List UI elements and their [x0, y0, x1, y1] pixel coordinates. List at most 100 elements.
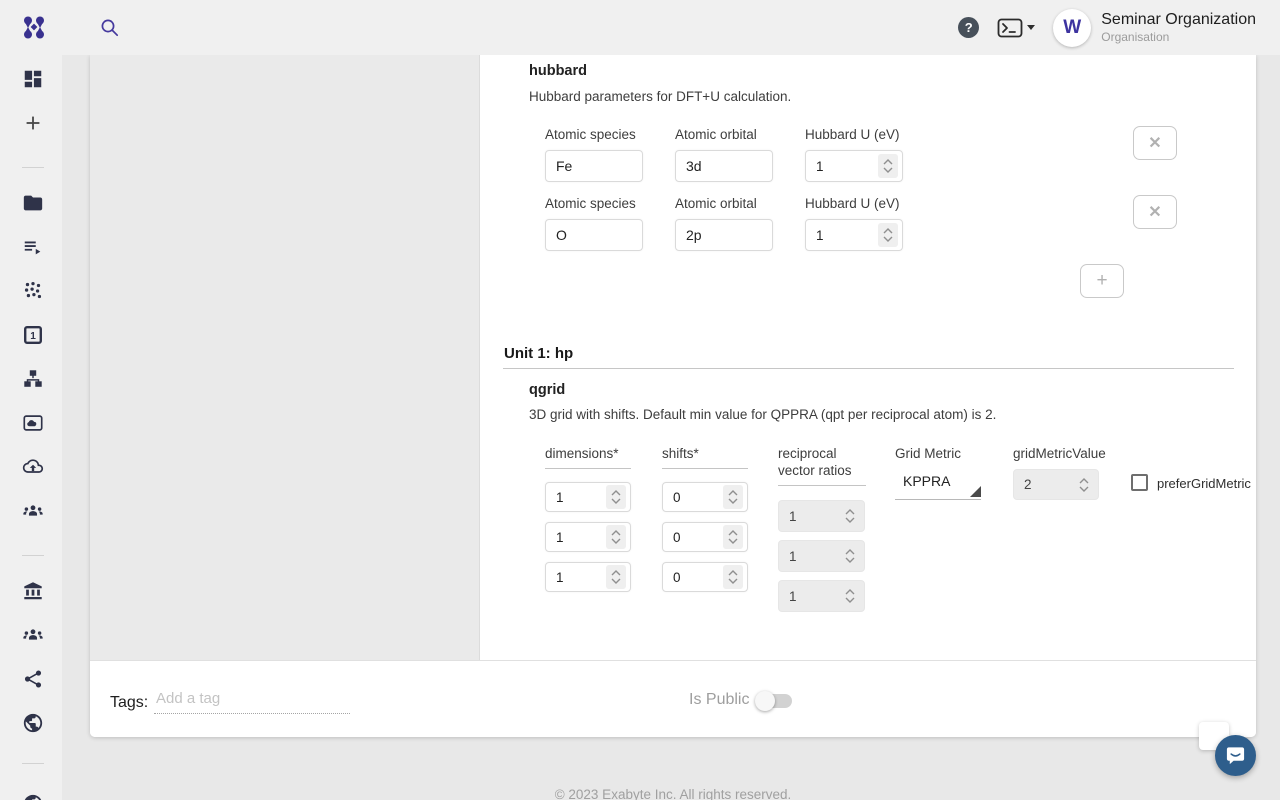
- sidebar-item-workflows[interactable]: [22, 368, 44, 390]
- grid-metric-label: Grid Metric: [895, 446, 961, 461]
- playlist-play-icon: [22, 236, 44, 258]
- grain-icon: [22, 280, 44, 302]
- stepper-icon: [840, 544, 860, 568]
- atomic-orbital-label: Atomic orbital: [675, 127, 757, 142]
- hubbard-description: Hubbard parameters for DFT+U calculation…: [529, 89, 791, 104]
- chat-icon: [1225, 745, 1246, 766]
- prefer-grid-metric-checkbox[interactable]: [1131, 474, 1148, 491]
- qgrid-title: qgrid: [529, 382, 565, 398]
- stepper-icon[interactable]: [723, 485, 743, 509]
- sidebar-item-materials[interactable]: [22, 280, 44, 302]
- unit-form-panel: hubbard Hubbard parameters for DFT+U cal…: [479, 55, 1256, 660]
- one-box-icon: 1: [22, 324, 44, 346]
- stepper-icon[interactable]: [878, 223, 898, 247]
- sidebar-item-dashboard[interactable]: [22, 68, 44, 90]
- remove-row-button[interactable]: ✕: [1133, 126, 1177, 160]
- stepper-icon[interactable]: [878, 154, 898, 178]
- grid-metric-selected: KPPRA: [895, 473, 981, 500]
- top-header: ? W Seminar Organization Organisation: [0, 0, 1280, 55]
- sidebar-divider: [22, 167, 44, 168]
- shift-input[interactable]: 0: [662, 522, 748, 552]
- dimension-input[interactable]: 1: [545, 522, 631, 552]
- prefer-grid-metric-label: preferGridMetric: [1157, 476, 1251, 491]
- sidebar-item-public[interactable]: [22, 712, 44, 734]
- sidebar-divider: [22, 555, 44, 556]
- reciprocal-value: 1: [789, 589, 797, 604]
- org-subtitle: Organisation: [1101, 30, 1256, 45]
- reciprocal-ratio-input: 1: [778, 580, 865, 612]
- dashboard-icon: [22, 68, 44, 90]
- sidebar-item-share[interactable]: [22, 668, 44, 690]
- sidebar-item-create[interactable]: [22, 112, 44, 134]
- stepper-icon: [840, 504, 860, 528]
- sidebar-item-organization[interactable]: [22, 580, 44, 602]
- search-icon[interactable]: [99, 17, 121, 39]
- dimensions-label: dimensions*: [545, 446, 631, 469]
- main-panel: hubbard Hubbard parameters for DFT+U cal…: [90, 55, 1256, 737]
- atomic-orbital-input[interactable]: 3d: [675, 150, 773, 182]
- dimension-value: 1: [556, 530, 564, 545]
- dimension-value: 1: [556, 570, 564, 585]
- framed-cloud-icon: [22, 412, 44, 434]
- groups-icon: [22, 624, 44, 646]
- atomic-orbital-input[interactable]: 2p: [675, 219, 773, 251]
- avatar[interactable]: W: [1053, 9, 1091, 47]
- sidebar-item-team[interactable]: [22, 500, 44, 522]
- sidebar-item-cloud-upload[interactable]: [22, 456, 44, 478]
- stepper-icon[interactable]: [606, 565, 626, 589]
- stepper-icon[interactable]: [723, 565, 743, 589]
- grid-metric-value-label: gridMetricValue: [1013, 446, 1106, 461]
- reciprocal-ratio-input: 1: [778, 540, 865, 572]
- sidebar-item-remote-files[interactable]: [22, 412, 44, 434]
- stepper-icon[interactable]: [606, 485, 626, 509]
- tag-input[interactable]: [154, 688, 350, 714]
- user-menu[interactable]: W Seminar Organization Organisation: [1053, 9, 1256, 47]
- org-title: Seminar Organization: [1101, 10, 1256, 30]
- add-row-button[interactable]: +: [1080, 264, 1124, 298]
- help-icon[interactable]: ?: [958, 17, 979, 38]
- atomic-species-label: Atomic species: [545, 196, 636, 211]
- shifts-label: shifts*: [662, 446, 748, 469]
- reciprocal-value: 1: [789, 509, 797, 524]
- atomic-species-input[interactable]: O: [545, 219, 643, 251]
- groups-icon: [22, 500, 44, 522]
- plus-icon: [22, 112, 44, 134]
- atomic-species-label: Atomic species: [545, 127, 636, 142]
- is-public-toggle[interactable]: [758, 694, 792, 708]
- bank-icon: [22, 580, 44, 602]
- sidebar-item-bottom-globe[interactable]: [22, 793, 44, 800]
- workflow-side-panel: [90, 55, 479, 660]
- sidebar-item-members[interactable]: [22, 624, 44, 646]
- sidebar-item-unit[interactable]: 1: [22, 324, 44, 346]
- qgrid-description: 3D grid with shifts. Default min value f…: [529, 407, 996, 422]
- shift-input[interactable]: 0: [662, 482, 748, 512]
- reciprocal-ratio-input: 1: [778, 500, 865, 532]
- console-menu-button[interactable]: [997, 18, 1035, 38]
- chat-launcher[interactable]: [1215, 735, 1256, 776]
- globe-icon: [22, 712, 44, 734]
- stepper-icon[interactable]: [723, 525, 743, 549]
- hubbard-u-input[interactable]: 1: [805, 219, 903, 251]
- toggle-knob: [755, 691, 775, 711]
- dimension-input[interactable]: 1: [545, 562, 631, 592]
- atomic-orbital-label: Atomic orbital: [675, 196, 757, 211]
- hubbard-u-input[interactable]: 1: [805, 150, 903, 182]
- shift-value: 0: [673, 570, 681, 585]
- dimension-value: 1: [556, 490, 564, 505]
- shift-value: 0: [673, 490, 681, 505]
- shift-input[interactable]: 0: [662, 562, 748, 592]
- folder-icon: [22, 192, 44, 214]
- tags-bar: Tags: Is Public: [90, 660, 1256, 737]
- grid-metric-select[interactable]: KPPRA: [895, 473, 981, 500]
- hubbard-u-label: Hubbard U (eV): [805, 196, 900, 211]
- stepper-icon[interactable]: [606, 525, 626, 549]
- dimension-input[interactable]: 1: [545, 482, 631, 512]
- remove-row-button[interactable]: ✕: [1133, 195, 1177, 229]
- unit-divider: [503, 368, 1234, 369]
- sidebar-item-jobs[interactable]: [22, 236, 44, 258]
- cloud-upload-icon: [22, 456, 44, 478]
- app-logo-icon[interactable]: [20, 13, 48, 41]
- hubbard-u-label: Hubbard U (eV): [805, 127, 900, 142]
- sidebar-item-projects[interactable]: [22, 192, 44, 214]
- atomic-species-input[interactable]: Fe: [545, 150, 643, 182]
